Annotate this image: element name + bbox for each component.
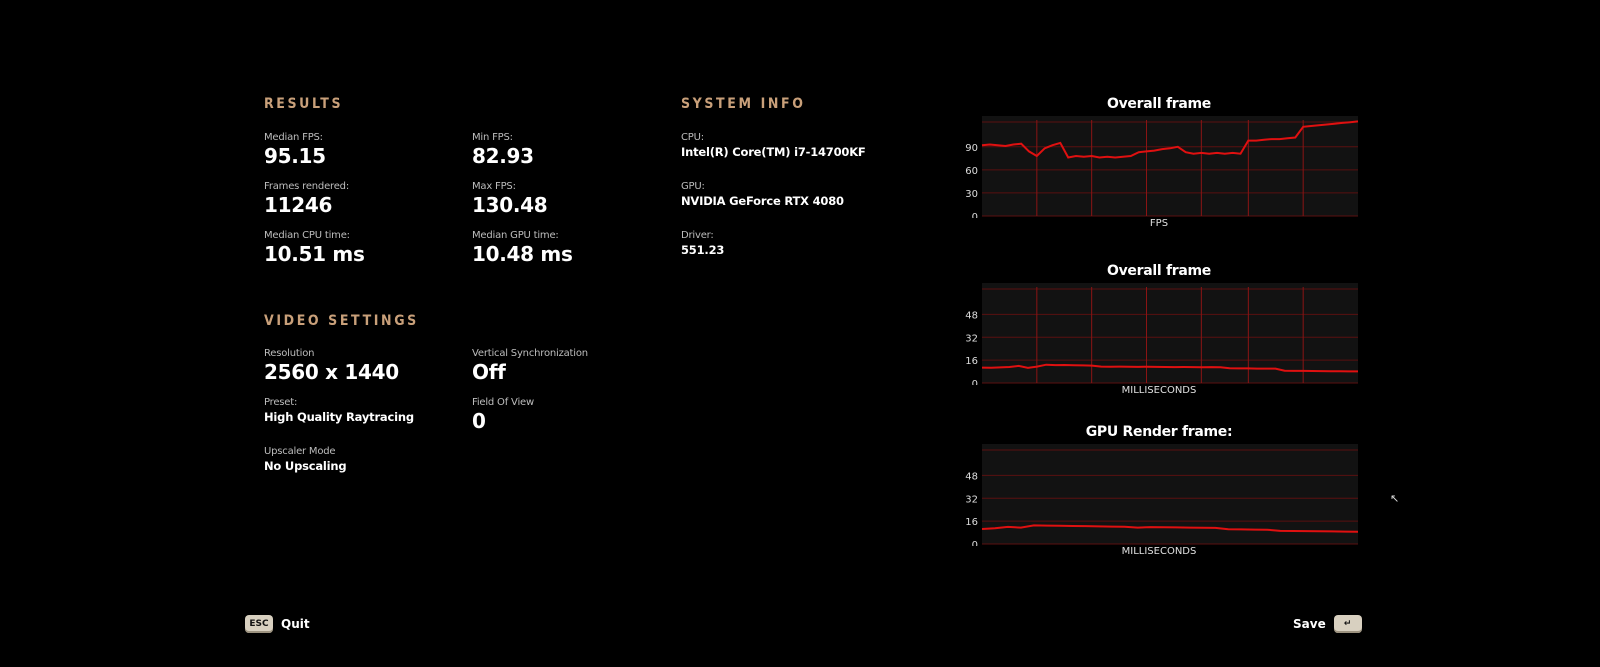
max-fps-label: Max FPS: — [472, 181, 516, 192]
frametime-chart: Overall frame 0 16 32 48 MILLISECONDS — [960, 263, 1360, 403]
preset-value: High Quality Raytracing — [264, 410, 414, 424]
cpu-value: Intel(R) Core(TM) i7-14700KF — [681, 145, 866, 159]
enter-key-icon: ↵ — [1333, 615, 1362, 633]
fps-chart: Overall frame 0 30 60 90 FPS — [960, 96, 1360, 236]
y-tick-label: 48 — [965, 310, 978, 321]
system-info-title: SYSTEM INFO — [681, 96, 806, 112]
chart-xlabel: MILLISECONDS — [1121, 385, 1197, 396]
y-tick-label: 16 — [965, 517, 978, 528]
chart-title: Overall frame — [1107, 263, 1211, 279]
resolution-value: 2560 x 1440 — [264, 360, 399, 384]
plot-area — [982, 444, 1358, 544]
vsync-value: Off — [472, 360, 506, 384]
driver-label: Driver: — [681, 230, 714, 241]
chart-title: GPU Render frame: — [1085, 424, 1233, 440]
min-fps-stat: Min FPS: 82.93 — [472, 132, 534, 168]
max-fps-stat: Max FPS: 130.48 — [472, 181, 548, 217]
gpu-render-chart-plot: 0163248 — [965, 444, 1359, 546]
video-settings-title: VIDEO SETTINGS — [264, 313, 419, 329]
chart-title: Overall frame — [1107, 96, 1211, 112]
plot-area — [982, 116, 1358, 216]
resolution-label: Resolution — [264, 348, 315, 359]
chart-xlabel: MILLISECONDS — [1121, 546, 1197, 557]
median-fps-stat: Median FPS: 95.15 — [264, 132, 326, 168]
y-tick-label: 32 — [965, 494, 978, 505]
gpu-render-chart: GPU Render frame: 0 16 32 48 MILLISECONDS — [960, 424, 1360, 564]
fps-chart-plot: 0306090 — [965, 116, 1359, 218]
frames-rendered-label: Frames rendered: — [264, 181, 349, 192]
cpu-label: CPU: — [681, 132, 704, 143]
y-tick-label: 60 — [965, 166, 978, 177]
upscaler-label: Upscaler Mode — [264, 446, 336, 457]
driver-stat: Driver: 551.23 — [681, 230, 724, 257]
median-cpu-label: Median CPU time: — [264, 230, 350, 241]
upscaler-value: No Upscaling — [264, 459, 347, 473]
upscaler-stat: Upscaler Mode No Upscaling — [264, 446, 347, 473]
esc-key-icon: ESC — [245, 615, 273, 633]
results-title: RESULTS — [264, 96, 344, 112]
median-fps-label: Median FPS: — [264, 132, 323, 143]
vsync-label: Vertical Synchronization — [472, 348, 588, 359]
chart-xlabel: FPS — [1149, 218, 1169, 229]
y-tick-label: 32 — [965, 333, 978, 344]
min-fps-label: Min FPS: — [472, 132, 513, 143]
fov-label: Field Of View — [472, 397, 534, 408]
resolution-stat: Resolution 2560 x 1440 — [264, 348, 399, 384]
y-tick-label: 48 — [965, 471, 978, 482]
median-cpu-value: 10.51 ms — [264, 242, 365, 266]
preset-label: Preset: — [264, 397, 298, 408]
save-label: Save — [1293, 617, 1326, 631]
y-tick-label: 16 — [965, 356, 978, 367]
mouse-cursor-icon: ↖ — [1390, 492, 1400, 505]
y-tick-label: 90 — [965, 143, 978, 154]
frames-rendered-stat: Frames rendered: 11246 — [264, 181, 349, 217]
gpu-stat: GPU: NVIDIA GeForce RTX 4080 — [681, 181, 844, 208]
quit-button[interactable]: ESC Quit — [245, 615, 310, 633]
gpu-label: GPU: — [681, 181, 705, 192]
median-cpu-stat: Median CPU time: 10.51 ms — [264, 230, 365, 266]
median-fps-value: 95.15 — [264, 144, 326, 168]
preset-stat: Preset: High Quality Raytracing — [264, 397, 414, 424]
y-tick-label: 30 — [965, 189, 978, 200]
frametime-chart-plot: 0163248 — [965, 283, 1358, 385]
min-fps-value: 82.93 — [472, 144, 534, 168]
median-gpu-value: 10.48 ms — [472, 242, 573, 266]
cpu-stat: CPU: Intel(R) Core(TM) i7-14700KF — [681, 132, 866, 159]
median-gpu-label: Median GPU time: — [472, 230, 559, 241]
fov-value: 0 — [472, 409, 486, 433]
save-button[interactable]: Save ↵ — [1293, 615, 1362, 633]
max-fps-value: 130.48 — [472, 193, 548, 217]
quit-label: Quit — [281, 617, 310, 631]
fov-stat: Field Of View 0 — [472, 397, 534, 433]
driver-value: 551.23 — [681, 243, 725, 257]
vsync-stat: Vertical Synchronization Off — [472, 348, 588, 384]
median-gpu-stat: Median GPU time: 10.48 ms — [472, 230, 573, 266]
gpu-value: NVIDIA GeForce RTX 4080 — [681, 194, 844, 208]
frames-rendered-value: 11246 — [264, 193, 333, 217]
